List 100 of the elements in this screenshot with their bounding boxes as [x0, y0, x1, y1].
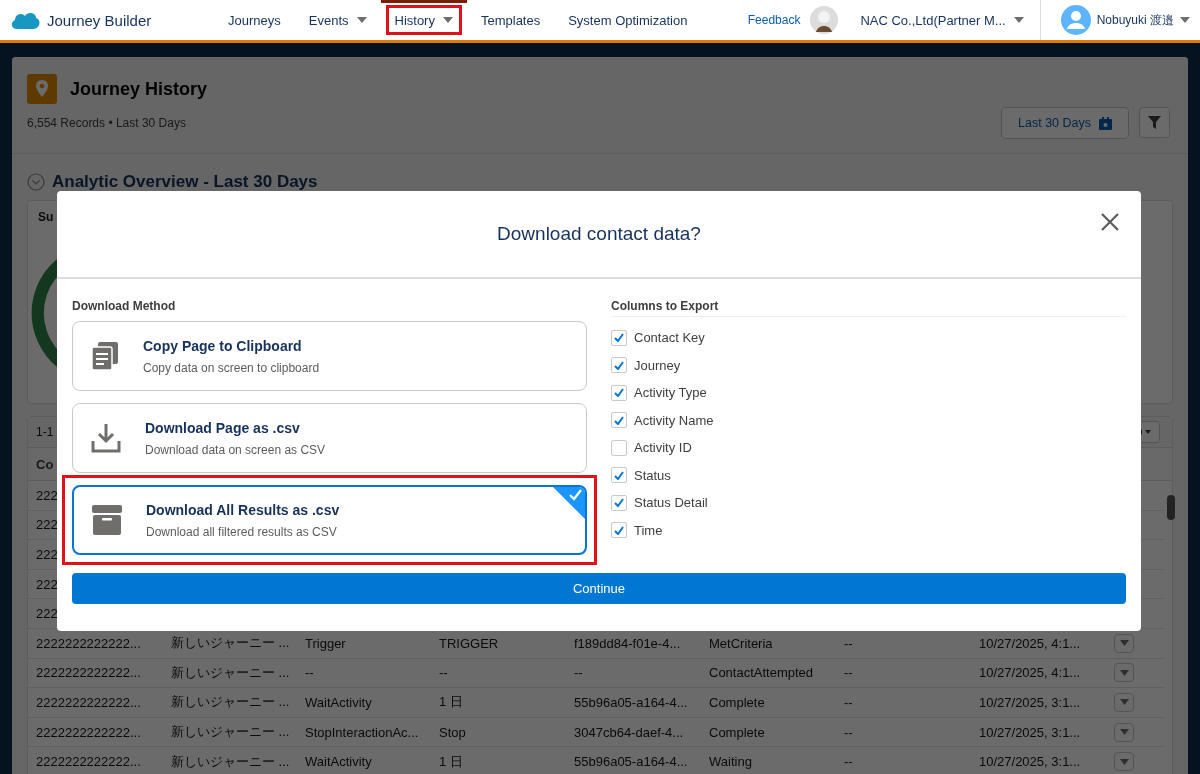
selected-check-icon [553, 487, 585, 519]
table-cell: -- [844, 724, 853, 740]
calendar-icon [1099, 116, 1112, 130]
caret-icon [1180, 17, 1190, 23]
table-cell: StopInteractionAc... [305, 724, 419, 740]
download-icon [91, 423, 121, 453]
table-cell: WaitActivity [305, 754, 372, 770]
table-cell: 2222222222222... [36, 635, 141, 651]
row-action-button[interactable] [1114, 663, 1134, 683]
checkbox-label: Activity ID [634, 440, 692, 456]
row-action-button[interactable] [1114, 752, 1134, 772]
table-cell: 新しいジャーニー ... [171, 693, 290, 712]
table-cell: MetCriteria [709, 635, 773, 651]
caret-icon [1119, 699, 1129, 706]
app-name: Journey Builder [47, 11, 152, 29]
row-action-button[interactable] [1114, 633, 1134, 653]
user-avatar-icon [1060, 5, 1091, 35]
checkmark-icon [614, 360, 624, 370]
section-label: Download Method [72, 299, 177, 313]
table-cell: TRIGGER [439, 635, 499, 651]
checkbox[interactable] [611, 439, 627, 456]
table-cell: 新しいジャーニー ... [171, 634, 290, 653]
checkbox-label: Status [634, 467, 671, 483]
caret-icon [1119, 640, 1129, 647]
dialog-title: Download contact data? [497, 223, 701, 245]
table-cell: 10/27/2025, 4:1... [979, 635, 1081, 651]
section-title: Analytic Overview - Last 30 Days [52, 172, 318, 192]
record-count: 6,554 Records • Last 30 Days [27, 116, 186, 130]
filter-button[interactable] [1139, 107, 1170, 138]
checkbox[interactable] [611, 329, 627, 346]
nav-tab[interactable]: System Optimization [554, 0, 702, 40]
table-cell: Complete [709, 724, 765, 740]
checkbox-label: Activity Type [634, 385, 707, 401]
table-cell: 新しいジャーニー ... [171, 723, 290, 742]
table-cell: 新しいジャーニー ... [171, 752, 290, 771]
table-cell: -- [574, 665, 583, 681]
location-pin-icon [27, 74, 57, 104]
checkbox-label: Journey [634, 357, 681, 373]
table-cell: 10/27/2025, 4:1... [979, 665, 1081, 681]
download-option[interactable]: Download All Results as .csv Download all filtered results as CSV [72, 485, 587, 555]
nav-tab[interactable]: Journeys [214, 0, 295, 40]
archive-box-icon [92, 505, 122, 535]
table-cell: 222 [36, 517, 58, 533]
table-cell: 3047cb64-daef-4... [574, 724, 684, 740]
caret-icon [1013, 17, 1024, 23]
table-cell: 1 日 [439, 752, 463, 771]
table-cell: 55b96a05-a164-4... [574, 754, 688, 770]
table-cell: -- [844, 635, 853, 651]
caret-icon [1119, 758, 1129, 765]
checkbox-label: Activity Name [634, 412, 714, 428]
table-cell: 2222222222222... [36, 754, 141, 770]
row-action-button[interactable] [1114, 692, 1134, 712]
section-label: Columns to Export [611, 299, 1126, 317]
table-cell: Waiting [709, 754, 752, 770]
checkbox[interactable] [611, 384, 627, 401]
table-cell: 2222222222222... [36, 665, 141, 681]
checkmark-icon [614, 498, 624, 508]
table-cell: 10/27/2025, 3:1... [979, 754, 1081, 770]
copy-icon [91, 342, 119, 370]
feedback-link[interactable]: Feedback [747, 13, 801, 27]
table-cell: 10/27/2025, 3:1... [979, 724, 1081, 740]
nav-tab[interactable]: Events [294, 0, 381, 40]
avatar-icon [810, 6, 839, 34]
table-cell: Stop [439, 724, 466, 740]
table-cell: -- [844, 665, 853, 681]
close-button[interactable] [1099, 211, 1121, 233]
table-cell: 222 [36, 547, 58, 562]
row-action-button[interactable] [1114, 722, 1134, 742]
checkmark-icon [614, 388, 624, 398]
checkbox[interactable] [611, 494, 627, 511]
checkbox[interactable] [611, 522, 627, 539]
panel-title: Su [38, 210, 54, 224]
filter-icon [1148, 116, 1161, 129]
table-cell: -- [844, 694, 853, 710]
checkbox[interactable] [611, 412, 627, 429]
table-cell: 222 [36, 576, 58, 592]
caret-icon [1119, 669, 1129, 676]
checkmark-icon [614, 525, 624, 535]
checkbox[interactable] [611, 357, 627, 374]
table-cell: 222 [36, 606, 58, 622]
nav-tab[interactable]: Templates [466, 0, 555, 40]
table-cell: ContactAttempted [709, 665, 814, 681]
table-cell: 1 日 [439, 693, 463, 712]
table-cell: f189dd84-f01e-4... [574, 635, 681, 651]
checkbox-label: Contact Key [634, 330, 705, 346]
table-cell: Trigger [305, 635, 346, 651]
checkmark-icon [614, 415, 624, 425]
table-cell: -- [439, 665, 448, 681]
download-option[interactable]: Copy Page to Clipboard Copy data on screen to clipboard [72, 321, 587, 391]
checkmark-icon [614, 470, 624, 480]
org-dropdown[interactable]: NAC Co.,Ltd(Partner M... [854, 11, 1030, 29]
record-range: 1-1 [36, 425, 54, 439]
continue-button[interactable]: Continue [72, 573, 1126, 604]
checkbox[interactable] [611, 467, 627, 484]
table-cell: -- [844, 754, 853, 770]
caret-icon [1119, 729, 1129, 736]
table-cell: Complete [709, 694, 765, 710]
download-option[interactable]: Download Page as .csv Download data on screen as CSV [72, 403, 587, 473]
table-cell: 222 [36, 487, 58, 503]
table-cell: 2222222222222... [36, 694, 141, 710]
